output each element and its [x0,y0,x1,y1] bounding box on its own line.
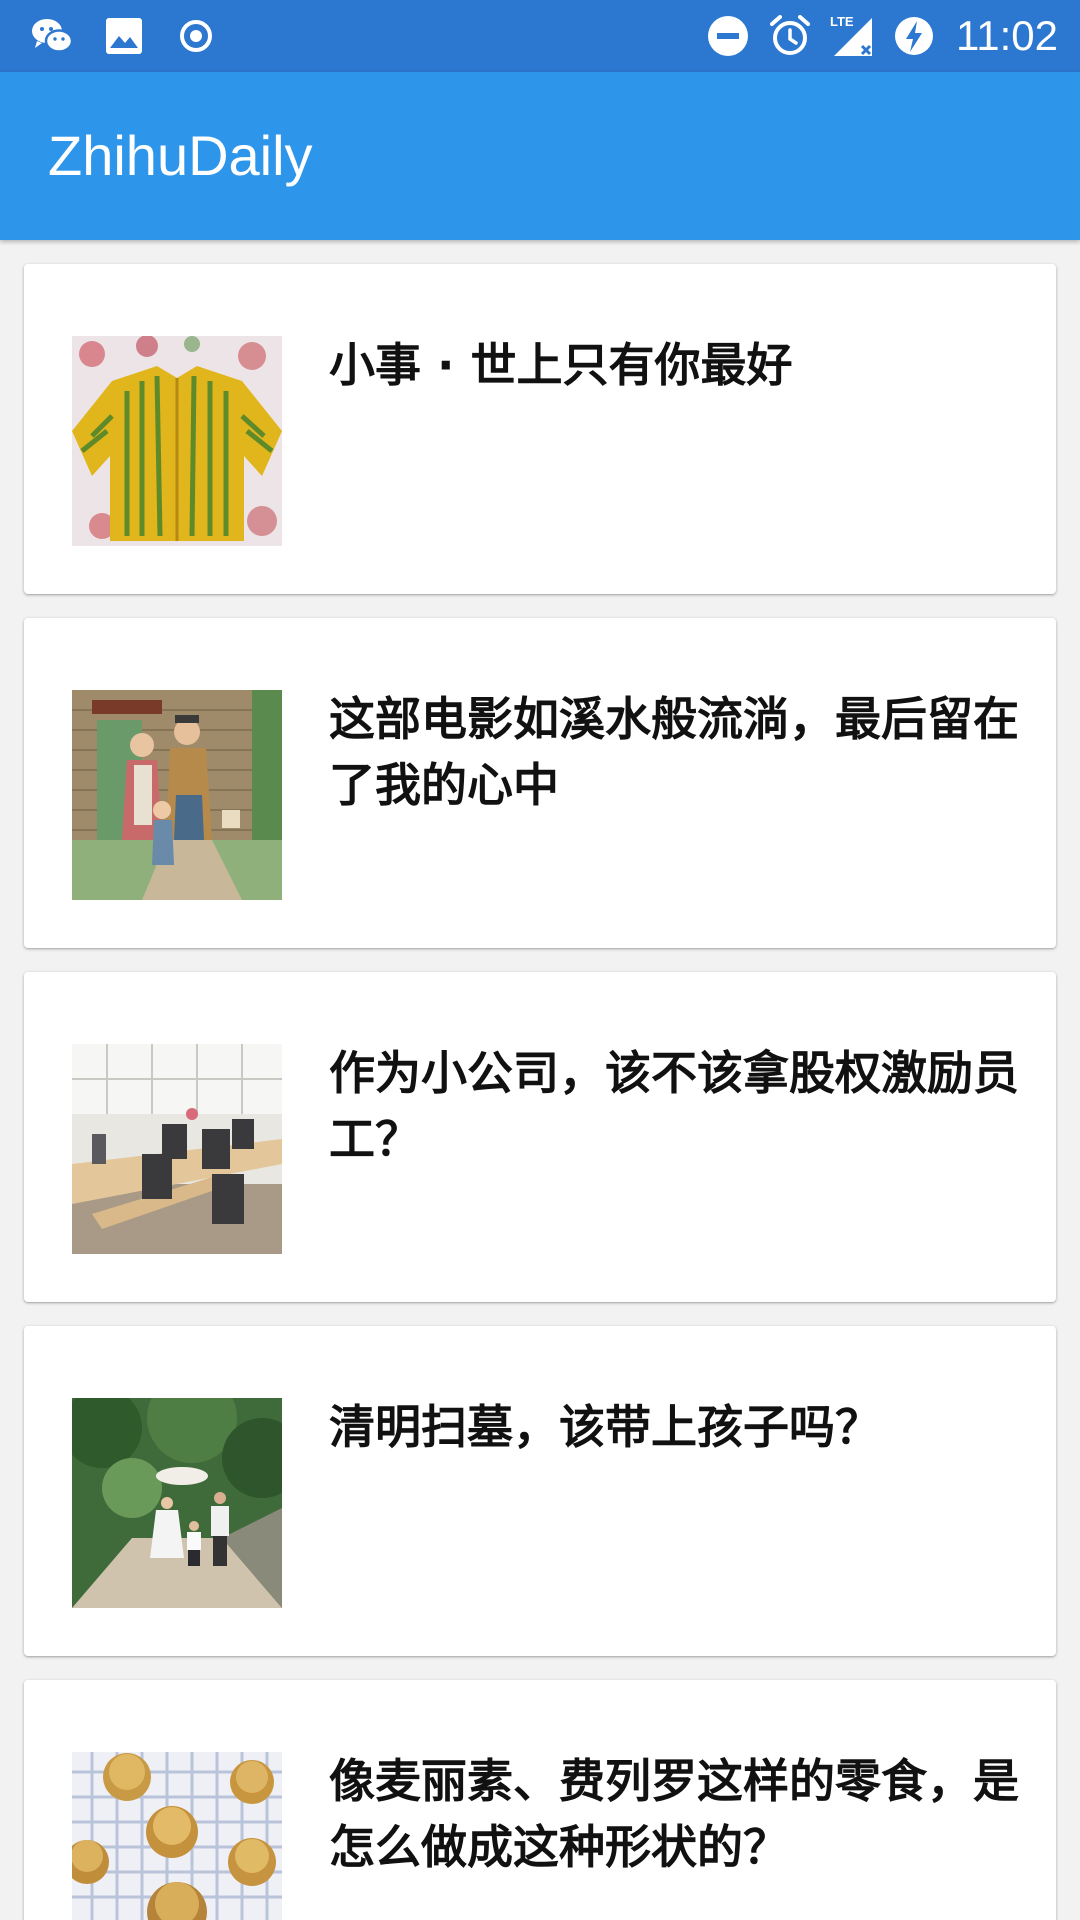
status-bar: LTE 11:02 [0,0,1080,72]
app-title: ZhihuDaily [48,124,313,187]
lte-signal-icon: LTE [830,14,872,56]
story-title: 像麦丽素、费列罗这样的零食，是怎么做成这种形状的？ [329,1754,1019,1874]
network-type-label: LTE [830,14,854,29]
status-right-icons: LTE 11:02 [704,10,1058,62]
story-list[interactable]: 小事 · 世上只有你最好 这部电影如溪水般流淌，最后留在了我的心中 作为小公司，… [0,240,1080,1920]
office-thumbnail [72,1044,282,1254]
yellow-sweater-thumbnail [72,336,282,546]
chocolates-thumbnail [72,1752,282,1920]
story-card[interactable]: 像麦丽素、费列罗这样的零食，是怎么做成这种形状的？ [24,1680,1056,1920]
story-card[interactable]: 小事 · 世上只有你最好 [24,264,1056,594]
family-illustration-thumbnail [72,690,282,900]
wechat-icon [32,19,74,53]
alarm-icon [770,15,810,55]
story-card[interactable]: 这部电影如溪水般流淌，最后留在了我的心中 [24,618,1056,948]
image-icon [106,18,142,54]
battery-charging-icon [895,17,933,55]
story-card[interactable]: 清明扫墓，该带上孩子吗？ [24,1326,1056,1656]
record-icon [180,20,212,52]
do-not-disturb-icon [708,16,748,56]
story-title: 小事 · 世上只有你最好 [329,338,793,392]
family-walk-thumbnail [72,1398,282,1608]
app-bar: ZhihuDaily [0,72,1080,240]
story-title: 清明扫墓，该带上孩子吗？ [329,1400,881,1454]
status-left-icons [28,12,220,60]
story-title: 这部电影如溪水般流淌，最后留在了我的心中 [329,692,1019,812]
story-card[interactable]: 作为小公司，该不该拿股权激励员工？ [24,972,1056,1302]
status-time: 11:02 [956,12,1058,59]
story-title: 作为小公司，该不该拿股权激励员工？ [329,1046,1019,1166]
